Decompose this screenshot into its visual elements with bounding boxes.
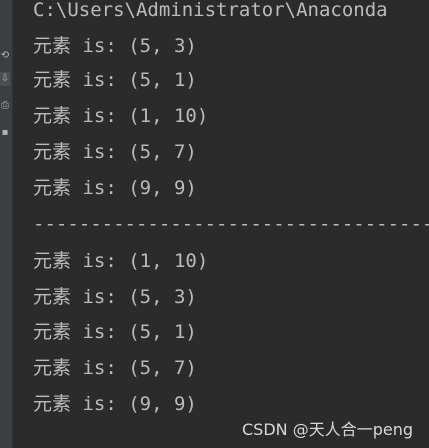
console-separator: ----------------------------------------…: [33, 213, 429, 235]
console-output[interactable]: C:\Users\Administrator\Anaconda 元素 is: (…: [33, 0, 429, 448]
console-line: 元素 is: (5, 3): [33, 35, 197, 57]
console-line: 元素 is: (5, 1): [33, 69, 197, 91]
console-line: 元素 is: (5, 3): [33, 286, 197, 308]
rerun-icon[interactable]: ⟲: [0, 49, 10, 63]
console-line: 元素 is: (1, 10): [33, 250, 209, 272]
console-line: 元素 is: (5, 1): [33, 321, 197, 343]
console-line: 元素 is: (9, 9): [33, 393, 197, 415]
console-toolbar: ⟲ ⇩ ⎙ ▪: [0, 0, 13, 448]
csdn-watermark: CSDN @天人合一peng: [241, 420, 413, 439]
delete-icon[interactable]: ▪: [0, 126, 10, 140]
console-line: 元素 is: (5, 7): [33, 141, 197, 163]
print-icon[interactable]: ⎙: [0, 99, 10, 113]
console-line: 元素 is: (9, 9): [33, 177, 197, 199]
run-console-window: ⟲ ⇩ ⎙ ▪ C:\Users\Administrator\Anaconda …: [0, 0, 429, 448]
console-path-line: C:\Users\Administrator\Anaconda: [33, 0, 388, 21]
console-line: 元素 is: (1, 10): [33, 105, 209, 127]
console-line: 元素 is: (5, 7): [33, 357, 197, 379]
scroll-to-end-icon[interactable]: ⇩: [0, 72, 10, 86]
